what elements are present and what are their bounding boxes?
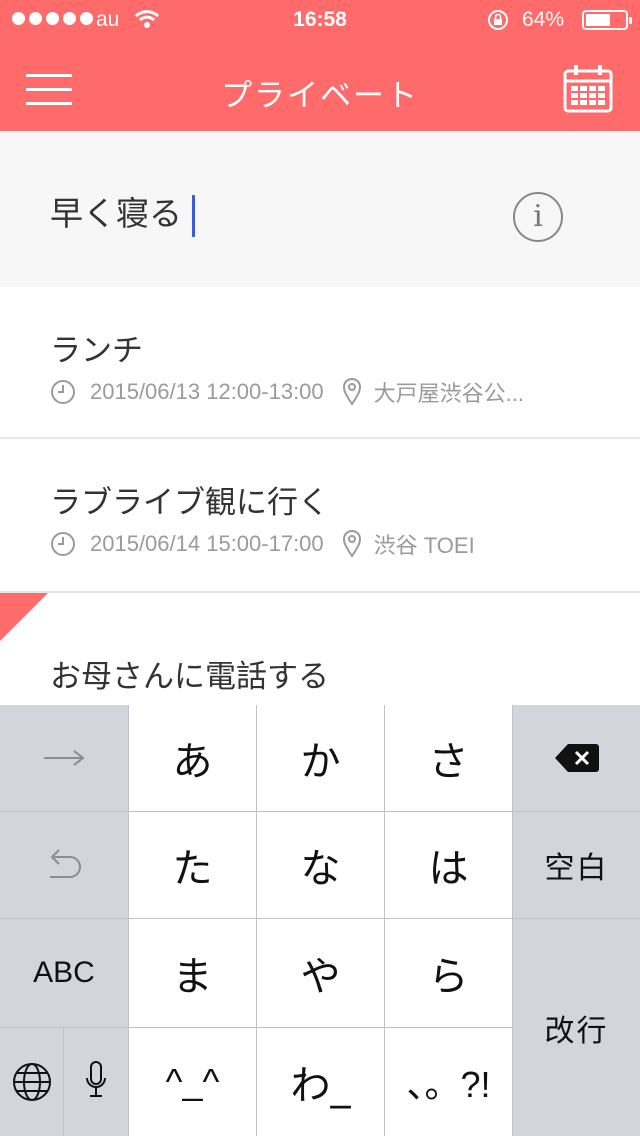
clock-icon (51, 532, 75, 556)
backspace-icon (554, 744, 599, 772)
key-na[interactable]: な (257, 812, 384, 918)
page-title: プライベート (221, 78, 419, 114)
key-ha[interactable]: は (385, 812, 512, 918)
emoticon-key[interactable]: ^_^ (129, 1028, 256, 1136)
location-pin-icon (342, 530, 361, 558)
space-key[interactable]: 空白 (513, 812, 640, 918)
arrow-right-icon (44, 750, 85, 766)
battery-percentage: 64% (522, 8, 565, 31)
microphone-key[interactable] (64, 1028, 128, 1136)
key-a[interactable]: あ (129, 705, 256, 811)
keyboard: あ か さ た な は 空白 ABC ま や ら 改行 ^_^ わ_ 、。?! (0, 705, 640, 1136)
status-bar: au 16:58 64% (0, 0, 640, 40)
calendar-button[interactable] (563, 64, 613, 114)
microphone-icon (86, 1061, 106, 1097)
cursor-right-key[interactable] (0, 705, 128, 811)
location-pin-icon (342, 378, 361, 406)
key-ma[interactable]: ま (129, 919, 256, 1027)
backspace-key[interactable] (513, 705, 640, 811)
new-task-input[interactable] (50, 191, 470, 231)
app-header: au 16:58 64% プライベート (0, 0, 640, 131)
task-meta: 2015/06/13 12:00-13:00 大戸屋渋谷公... (50, 377, 524, 407)
task-title: ランチ (50, 333, 143, 369)
undo-key[interactable] (0, 812, 128, 918)
return-key[interactable]: 改行 (513, 919, 640, 1136)
undo-icon (50, 849, 81, 878)
clock-icon (51, 380, 75, 404)
abc-key[interactable]: ABC (0, 919, 128, 1027)
key-ya[interactable]: や (257, 919, 384, 1027)
task-title: お母さんに電話する (50, 659, 329, 695)
punctuation-key[interactable]: 、。?! (385, 1028, 512, 1136)
globe-icon (12, 1063, 51, 1101)
new-task-row: i (0, 131, 640, 287)
key-ta[interactable]: た (129, 812, 256, 918)
rotation-lock-icon (486, 8, 510, 38)
list-item[interactable]: ランチ 2015/06/13 12:00-13:00 大戸屋渋谷公... (0, 287, 640, 439)
globe-key[interactable] (0, 1028, 63, 1136)
task-datetime: 2015/06/13 12:00-13:00 (90, 379, 324, 404)
text-cursor (192, 195, 195, 237)
info-button[interactable]: i (513, 192, 563, 242)
task-title: ラブライブ観に行く (50, 485, 329, 521)
priority-flag-icon (0, 593, 48, 641)
list-item[interactable]: ラブライブ観に行く 2015/06/14 15:00-17:00 渋谷 TOEI (0, 439, 640, 593)
list-item[interactable]: お母さんに電話する (0, 593, 640, 705)
task-datetime: 2015/06/14 15:00-17:00 (90, 531, 324, 556)
key-wa[interactable]: わ_ (257, 1028, 384, 1136)
key-sa[interactable]: さ (385, 705, 512, 811)
task-location: 大戸屋渋谷公... (373, 381, 524, 406)
calendar-icon (563, 65, 613, 113)
task-location: 渋谷 TOEI (373, 533, 475, 558)
key-ka[interactable]: か (257, 705, 384, 811)
key-ra[interactable]: ら (385, 919, 512, 1027)
task-meta: 2015/06/14 15:00-17:00 渋谷 TOEI (50, 529, 475, 559)
battery-icon (582, 10, 632, 30)
